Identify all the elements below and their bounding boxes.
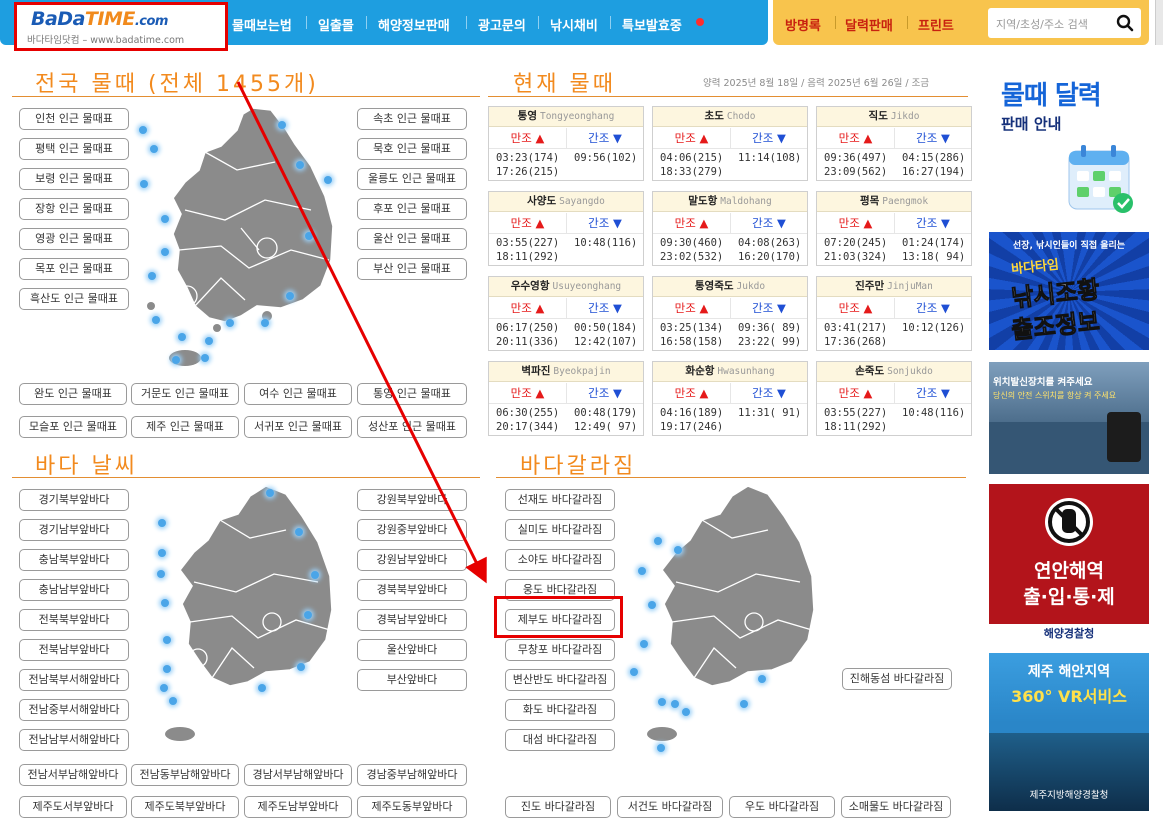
page: { "header": { "logo_text": {"ba": "BaDa"… xyxy=(0,0,1163,826)
annotation-arrow xyxy=(236,81,487,584)
